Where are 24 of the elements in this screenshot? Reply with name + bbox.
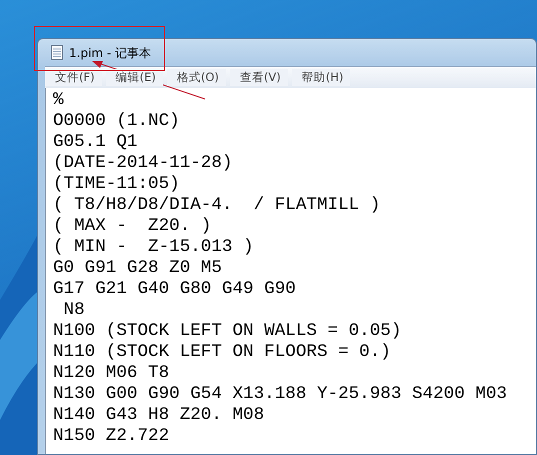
text-line: (TIME-11:05) (53, 174, 180, 195)
menu-item[interactable]: 文件(F) (45, 68, 102, 86)
menu-item[interactable]: 查看(V) (230, 68, 288, 86)
notepad-icon (51, 45, 63, 60)
text-line: O0000 (1.NC) (53, 111, 180, 132)
text-line: G0 G91 G28 Z0 M5 (53, 258, 222, 279)
text-line: % (53, 90, 64, 111)
text-line: N8 (62, 300, 85, 321)
text-line: ( T8/H8/D8/DIA-4. / FLATMILL ) (53, 195, 380, 216)
text-line: (DATE-2014-11-28) (53, 153, 232, 174)
text-line: ( MIN - Z-15.013 ) (53, 237, 254, 258)
text-line: ( MAX - Z20. ) (53, 216, 212, 237)
text-line: G05.1 Q1 (53, 132, 138, 153)
menu-item[interactable]: 帮助(H) (292, 68, 350, 86)
window-title: 1.pim - 记事本 (69, 44, 152, 62)
text-line: N130 G00 G90 G54 X13.188 Y-25.983 S4200 M03 (53, 384, 507, 405)
text-line: N100 (STOCK LEFT ON WALLS = 0.05) (53, 321, 402, 342)
menu-item[interactable]: 编辑(E) (106, 68, 163, 86)
text-line: N120 M06 T8 (53, 363, 170, 384)
menu-item[interactable]: 格式(O) (166, 68, 226, 86)
text-line: G17 G21 G40 G80 G49 G90 (53, 279, 296, 300)
text-line: N140 G43 H8 Z20. M08 (53, 405, 264, 426)
text-line: N150 Z2.722 (53, 426, 170, 447)
text-line: N110 (STOCK LEFT ON FLOORS = 0.) (53, 342, 391, 363)
